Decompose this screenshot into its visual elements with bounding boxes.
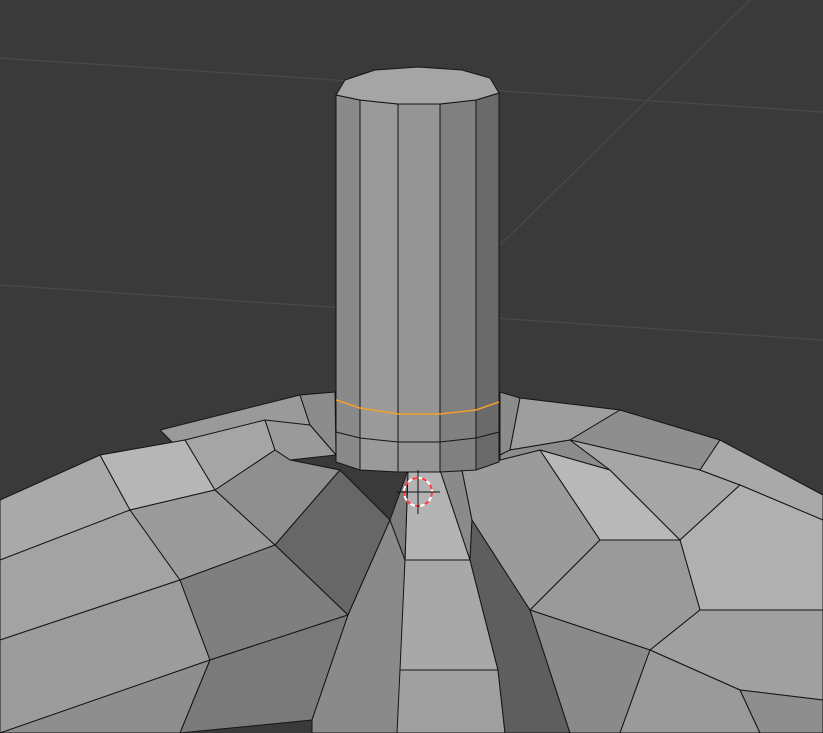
cylinder-face[interactable] [439, 99, 477, 473]
cylinder-face[interactable] [359, 99, 399, 473]
viewport-canvas[interactable] [0, 0, 823, 733]
cylinder-face[interactable] [335, 94, 361, 471]
cylinder-mesh[interactable] [335, 66, 500, 473]
cylinder-face[interactable] [475, 92, 500, 471]
cylinder-face[interactable] [397, 103, 441, 473]
sphere-face[interactable] [396, 669, 506, 733]
3d-viewport[interactable] [0, 0, 823, 733]
